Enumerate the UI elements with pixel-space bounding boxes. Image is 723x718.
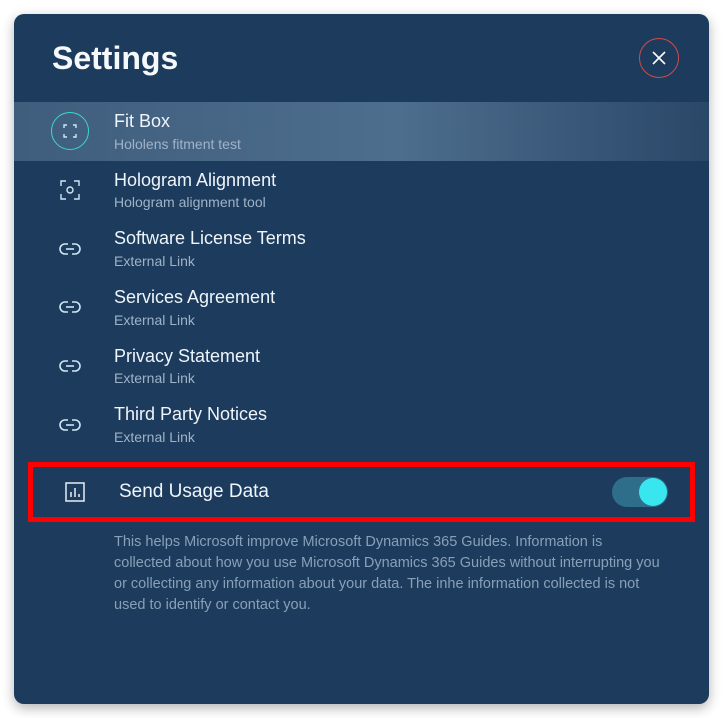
link-icon bbox=[59, 418, 81, 432]
item-title: Services Agreement bbox=[114, 286, 709, 309]
settings-list: Fit Box Hololens fitment test Hologram A… bbox=[14, 96, 709, 616]
fit-box-icon bbox=[51, 112, 89, 150]
item-sub: External Link bbox=[114, 252, 709, 270]
settings-item-privacy-statement[interactable]: Privacy Statement External Link bbox=[14, 337, 709, 396]
item-sub: External Link bbox=[114, 369, 709, 387]
item-title: Hologram Alignment bbox=[114, 169, 709, 192]
page-title: Settings bbox=[52, 40, 178, 77]
usage-help-text: This helps Microsoft improve Microsoft D… bbox=[14, 522, 709, 616]
settings-item-services-agreement[interactable]: Services Agreement External Link bbox=[14, 278, 709, 337]
alignment-icon bbox=[59, 179, 81, 201]
usage-title: Send Usage Data bbox=[119, 480, 612, 504]
close-icon bbox=[651, 50, 667, 66]
header: Settings bbox=[14, 14, 709, 96]
settings-item-third-party-notices[interactable]: Third Party Notices External Link bbox=[14, 395, 709, 454]
item-sub: Hololens fitment test bbox=[114, 135, 709, 153]
item-title: Privacy Statement bbox=[114, 345, 709, 368]
item-sub: External Link bbox=[114, 428, 709, 446]
item-sub: Hologram alignment tool bbox=[114, 193, 709, 211]
link-icon bbox=[59, 300, 81, 314]
close-button[interactable] bbox=[639, 38, 679, 78]
link-icon bbox=[59, 359, 81, 373]
icon-wrap bbox=[46, 112, 94, 150]
link-icon bbox=[59, 242, 81, 256]
item-title: Third Party Notices bbox=[114, 403, 709, 426]
settings-item-license-terms[interactable]: Software License Terms External Link bbox=[14, 219, 709, 278]
settings-item-fit-box[interactable]: Fit Box Hololens fitment test bbox=[14, 102, 709, 161]
item-title: Fit Box bbox=[114, 110, 709, 133]
item-title: Software License Terms bbox=[114, 227, 709, 250]
item-sub: External Link bbox=[114, 311, 709, 329]
settings-panel: Settings Fit Box Hololens fitment test bbox=[14, 14, 709, 704]
send-usage-data-row: Send Usage Data bbox=[28, 462, 695, 522]
toggle-knob bbox=[639, 478, 667, 506]
settings-item-hologram-alignment[interactable]: Hologram Alignment Hologram alignment to… bbox=[14, 161, 709, 220]
send-usage-data-toggle[interactable] bbox=[612, 477, 668, 507]
chart-icon bbox=[65, 482, 85, 502]
